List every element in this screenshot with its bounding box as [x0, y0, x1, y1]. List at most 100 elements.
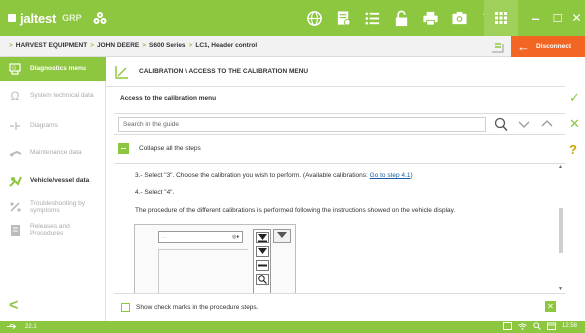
status-right: 12:58 [503, 322, 577, 330]
sidebar-item-label: Diagrams [30, 122, 58, 130]
procedure-screenshot: ..... ◎♦ [134, 224, 296, 293]
breadcrumb-item[interactable]: S600 Series [149, 42, 186, 49]
sidebar-item-label: Diagnostics menu [30, 65, 86, 73]
sidebar-item-troubleshooting[interactable]: Troubleshooting by symptoms [0, 195, 106, 219]
sidebar-item-vehicle-data[interactable]: Vehicle/vessel data [0, 169, 106, 193]
step-4: 4.- Select "4". [135, 189, 175, 196]
version-label: 22.1 [25, 323, 37, 330]
sidebar-item-diagrams[interactable]: Diagrams [0, 114, 106, 138]
sidebar-item-label: Releases and Procedures [30, 222, 70, 238]
breadcrumb-bar: > HARVEST EQUIPMENT > JOHN DEERE > S600 Serie… [0, 36, 585, 57]
go-to-step-link[interactable]: Go to step 4.1 [370, 172, 411, 179]
grid-icon [495, 12, 507, 24]
close-guide-button[interactable]: ✕ [545, 301, 556, 312]
wrench-icon [8, 146, 22, 160]
screenshot-filter-small-icon [277, 232, 287, 238]
apps-grid-button[interactable] [484, 0, 518, 36]
section-title: Access to the calibration menu [120, 95, 217, 102]
chevron-down-icon[interactable] [518, 118, 530, 130]
screenshot-filter-icon [256, 232, 269, 243]
scroll-thumb[interactable] [559, 208, 563, 253]
logo-text: jaltest [20, 10, 57, 26]
globe-icon[interactable] [305, 9, 323, 27]
lock-icon[interactable] [392, 9, 410, 27]
camera-icon[interactable] [450, 9, 468, 27]
breadcrumb-item[interactable]: HARVEST EQUIPMENT [16, 42, 87, 49]
breadcrumb-item[interactable]: JOHN DEERE [97, 42, 139, 49]
screenshot-input: ..... ◎♦ [158, 231, 243, 243]
breadcrumb-item[interactable]: LC1, Header control [195, 42, 257, 49]
scroll-down-icon[interactable]: ▼ [558, 286, 563, 292]
screenshot-placeholder-dots: ..... [162, 234, 168, 239]
sidebar-item-label: System technical data [30, 92, 94, 100]
screenshot-spinner-icon: ◎♦ [232, 234, 239, 240]
check-marks-row: Show check marks in the procedure steps.… [114, 293, 565, 321]
cancel-button[interactable]: ✕ [569, 117, 580, 130]
logo-product: GRP [62, 13, 82, 23]
collapse-label: Collapse all the steps [139, 145, 201, 152]
breadcrumb-separator: > [142, 42, 147, 49]
status-left: 22.1 [7, 323, 37, 330]
chevron-up-icon[interactable] [541, 118, 553, 130]
close-window-button[interactable]: ✕ [560, 0, 585, 36]
svg-text:G: G [12, 66, 16, 72]
print-icon[interactable] [421, 9, 439, 27]
procedure-text: The procedure of the different calibrati… [135, 207, 456, 214]
screenshot-toolbar [253, 229, 271, 293]
search-row [114, 113, 565, 135]
disconnect-button[interactable]: ← Disconnect [511, 36, 585, 57]
arrow-left-icon: ← [517, 39, 530, 54]
sidebar-item-label: Maintenance data [30, 149, 82, 157]
sidebar-item-releases[interactable]: Releases and Procedures [0, 218, 106, 242]
screenshot-search-icon [256, 274, 269, 285]
omega-icon: Ω [10, 89, 20, 103]
calendar-icon [547, 322, 556, 330]
sidebar-item-technical-data[interactable]: Ω System technical data [0, 84, 106, 108]
screenshot-minus-icon [256, 260, 269, 271]
search-icon[interactable] [494, 117, 508, 132]
list-icon[interactable] [363, 9, 381, 27]
steps-scrollbar[interactable]: ▲ ▼ [557, 164, 565, 293]
check-marks-label: Show check marks in the procedure steps. [136, 304, 259, 311]
step-3: 3.- Select "3". Choose the calibration y… [135, 172, 413, 179]
scroll-up-icon[interactable]: ▲ [558, 164, 563, 170]
collapse-checkbox[interactable] [118, 143, 129, 154]
report-icon[interactable] [334, 9, 352, 27]
sidebar-item-maintenance[interactable]: Maintenance data [0, 141, 106, 165]
step-3-end: ) [410, 172, 413, 179]
sidebar-item-diagnostics[interactable]: G Diagnostics menu [0, 57, 106, 81]
breadcrumb-separator: > [188, 42, 193, 49]
disconnect-label: Disconnect [536, 43, 572, 50]
gears-icon [93, 12, 107, 24]
usb-icon [7, 324, 17, 329]
breadcrumb-separator: > [90, 42, 94, 49]
breadcrumb: > HARVEST EQUIPMENT > JOHN DEERE > S600 Serie… [6, 42, 257, 49]
calibration-icon [115, 65, 128, 79]
step-3-text: 3.- Select "3". Choose the calibration y… [135, 172, 370, 179]
app-logo: jaltest GRP [8, 9, 108, 27]
search-small-icon [533, 322, 541, 330]
sidebar: G Diagnostics menu Ω System technical da… [0, 57, 106, 321]
screenshot-down-icon [256, 246, 269, 257]
accept-button[interactable]: ✓ [569, 91, 580, 104]
collapse-all-toggle[interactable]: Collapse all the steps [118, 143, 201, 154]
troubleshooting-icon [8, 200, 22, 214]
screenshot-panel [158, 249, 248, 293]
vehicle-data-icon [8, 174, 22, 188]
battery-icon [503, 322, 512, 330]
back-button[interactable]: < [9, 297, 18, 315]
check-marks-checkbox[interactable] [121, 303, 130, 312]
connection-icon [492, 43, 504, 53]
steps-panel: 3.- Select "3". Choose the calibration y… [114, 163, 565, 293]
content-header: CALIBRATION \ ACCESS TO THE CALIBRATION … [106, 57, 565, 87]
page-title: CALIBRATION \ ACCESS TO THE CALIBRATION … [139, 68, 309, 75]
top-toolbar: jaltest GRP ? [0, 0, 585, 36]
breadcrumb-separator: > [9, 42, 13, 49]
logo-mark-icon [8, 14, 16, 22]
sidebar-item-label: Vehicle/vessel data [30, 177, 90, 185]
search-input[interactable] [118, 117, 486, 132]
screenshot-filter-button [273, 229, 291, 243]
help-button[interactable]: ? [569, 143, 577, 156]
diagram-icon [8, 119, 22, 133]
right-action-column: ✓ ✕ ? [565, 87, 585, 321]
